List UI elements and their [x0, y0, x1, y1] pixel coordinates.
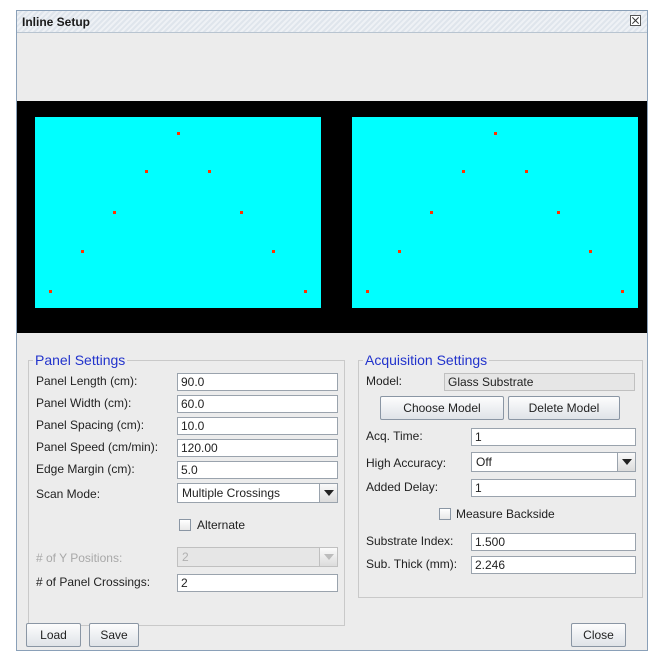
measurement-point — [462, 170, 465, 173]
measure-backside-label[interactable]: Measure Backside — [456, 507, 555, 521]
panel-speed-label: Panel Speed (cm/min): — [36, 440, 159, 454]
y-positions-value: 2 — [182, 550, 189, 564]
panel-preview-left — [35, 117, 321, 308]
sub-thick-field[interactable]: 2.246 — [471, 556, 636, 574]
measurement-point — [525, 170, 528, 173]
panel-speed-field[interactable]: 120.00 — [177, 439, 338, 457]
measurement-point — [304, 290, 307, 293]
measurement-point — [145, 170, 148, 173]
close-button[interactable]: Close — [571, 623, 626, 647]
window-title: Inline Setup — [22, 15, 91, 29]
panel-spacing-field[interactable]: 10.0 — [177, 417, 338, 435]
substrate-index-label: Substrate Index: — [366, 534, 454, 548]
scan-mode-value: Multiple Crossings — [182, 486, 281, 500]
scan-mode-select[interactable]: Multiple Crossings — [177, 483, 338, 503]
chevron-down-icon[interactable] — [319, 484, 337, 502]
acquisition-settings-title: Acquisition Settings — [363, 352, 490, 368]
measurement-point — [113, 211, 116, 214]
title-bar[interactable]: Inline Setup — [17, 11, 647, 33]
measurement-point — [398, 250, 401, 253]
panel-preview — [17, 101, 647, 333]
alternate-label[interactable]: Alternate — [197, 518, 245, 532]
panel-crossings-field[interactable]: 2 — [177, 574, 338, 592]
acquisition-settings-group: Acquisition Settings Model: Glass Substr… — [358, 352, 643, 598]
high-accuracy-value: Off — [476, 455, 492, 469]
panel-settings-group: Panel Settings Panel Length (cm): 90.0 P… — [28, 352, 345, 626]
measurement-point — [208, 170, 211, 173]
scan-mode-label: Scan Mode: — [36, 487, 101, 501]
alternate-checkbox[interactable] — [179, 519, 191, 531]
panel-length-label: Panel Length (cm): — [36, 374, 138, 388]
y-positions-select[interactable]: 2 — [177, 547, 338, 567]
high-accuracy-label: High Accuracy: — [366, 456, 447, 470]
panel-crossings-label: # of Panel Crossings: — [36, 575, 151, 589]
measurement-point — [240, 211, 243, 214]
model-field: Glass Substrate — [444, 373, 635, 391]
panel-settings-title: Panel Settings — [33, 352, 128, 368]
measurement-point — [589, 250, 592, 253]
substrate-index-field[interactable]: 1.500 — [471, 533, 636, 551]
panel-preview-right — [352, 117, 638, 308]
acq-time-field[interactable]: 1 — [471, 428, 636, 446]
measurement-point — [81, 250, 84, 253]
save-button[interactable]: Save — [89, 623, 139, 647]
panel-length-field[interactable]: 90.0 — [177, 373, 338, 391]
measurement-point — [366, 290, 369, 293]
edge-margin-label: Edge Margin (cm): — [36, 462, 135, 476]
inline-setup-window: Inline Setup Panel Settings Panel Length… — [16, 10, 648, 651]
y-positions-label: # of Y Positions: — [36, 551, 123, 565]
measurement-point — [494, 132, 497, 135]
chevron-down-icon[interactable] — [319, 548, 337, 566]
measurement-point — [177, 132, 180, 135]
measurement-point — [272, 250, 275, 253]
chevron-down-icon[interactable] — [617, 453, 635, 471]
measurement-point — [557, 211, 560, 214]
window-close-icon[interactable] — [630, 15, 641, 26]
measure-backside-checkbox[interactable] — [439, 508, 451, 520]
edge-margin-field[interactable]: 5.0 — [177, 461, 338, 479]
panel-spacing-label: Panel Spacing (cm): — [36, 418, 145, 432]
panel-width-field[interactable]: 60.0 — [177, 395, 338, 413]
acq-time-label: Acq. Time: — [366, 429, 423, 443]
high-accuracy-select[interactable]: Off — [471, 452, 636, 472]
model-label: Model: — [366, 374, 403, 388]
added-delay-field[interactable]: 1 — [471, 479, 636, 497]
delete-model-button[interactable]: Delete Model — [508, 396, 620, 420]
added-delay-label: Added Delay: — [366, 480, 439, 494]
choose-model-button[interactable]: Choose Model — [380, 396, 504, 420]
panel-width-label: Panel Width (cm): — [36, 396, 132, 410]
measurement-point — [430, 211, 433, 214]
measurement-point — [621, 290, 624, 293]
load-button[interactable]: Load — [26, 623, 81, 647]
sub-thick-label: Sub. Thick (mm): — [366, 557, 458, 571]
measurement-point — [49, 290, 52, 293]
